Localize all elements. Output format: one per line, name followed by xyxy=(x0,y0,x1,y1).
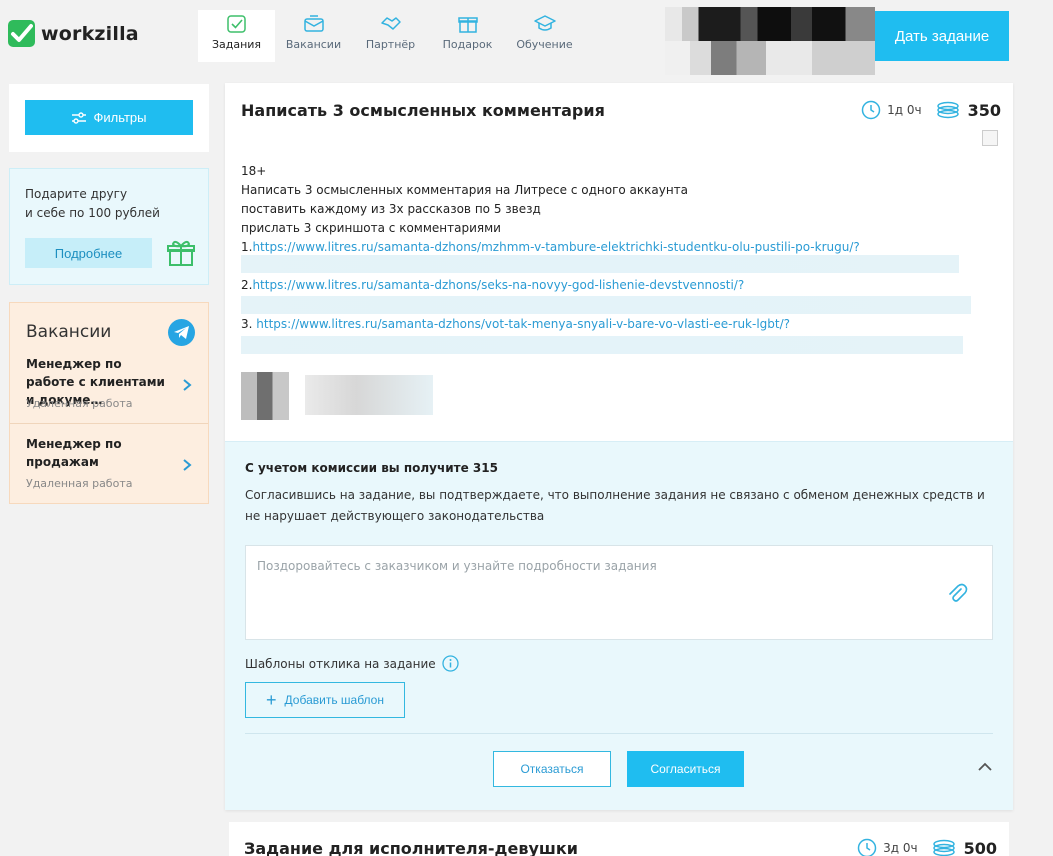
nav-item-label: Партнёр xyxy=(365,38,416,51)
customer-name-redacted[interactable] xyxy=(305,375,433,415)
link-prefix: 2. xyxy=(241,278,253,292)
message-box xyxy=(245,545,993,640)
main-nav: Задания Вакансии Партнёр Подарок Обучени… xyxy=(198,10,583,62)
nav-item-label: Подарок xyxy=(442,38,493,51)
decline-button[interactable]: Отказаться xyxy=(493,751,611,787)
redacted-text xyxy=(241,255,959,273)
filters-label: Фильтры xyxy=(93,110,147,125)
vacancy-item[interactable]: Менеджер по продажам Удаленная работа xyxy=(10,424,208,504)
accept-button[interactable]: Согласиться xyxy=(627,751,744,787)
task-time: 3д 0ч xyxy=(883,841,918,855)
nav-item-gift[interactable]: Подарок xyxy=(429,10,506,62)
nav-item-tasks[interactable]: Задания xyxy=(198,10,275,62)
offer-panel: С учетом комиссии вы получите 315 Соглас… xyxy=(225,441,1013,810)
add-template-label: Добавить шаблон xyxy=(284,693,384,707)
vacancies-card: Вакансии Менеджер по работе с клиентами … xyxy=(9,302,209,504)
clock-icon xyxy=(857,838,877,856)
mail-icon xyxy=(303,15,324,32)
coins-icon xyxy=(936,101,959,119)
task-link-row: 3. https://www.litres.ru/samanta-dzhons/… xyxy=(241,317,790,331)
templates-label-row: Шаблоны отклика на задание xyxy=(245,655,459,672)
commission-text: С учетом комиссии вы получите 315 xyxy=(245,461,498,475)
redacted-text xyxy=(241,296,971,314)
plus-icon: + xyxy=(266,690,277,710)
gift-icon xyxy=(167,240,195,266)
logo-check-icon xyxy=(8,20,35,47)
task-link[interactable]: https://www.litres.ru/samanta-dzhons/vot… xyxy=(256,317,790,331)
coins-icon xyxy=(932,839,955,856)
info-icon[interactable] xyxy=(441,655,459,672)
vacancy-item[interactable]: Менеджер по работе с клиентами и докуме…… xyxy=(10,303,208,423)
promo-line: и себе по 100 рублей xyxy=(25,206,160,220)
message-input[interactable] xyxy=(246,546,992,639)
graduation-cap-icon xyxy=(533,15,556,31)
tasks-icon xyxy=(226,15,246,33)
task-price: 350 xyxy=(967,100,1001,120)
gift-icon xyxy=(457,17,478,33)
templates-label: Шаблоны отклика на задание xyxy=(245,656,436,671)
task-link[interactable]: https://www.litres.ru/samanta-dzhons/mzh… xyxy=(252,240,859,254)
logo-text: workzilla xyxy=(41,22,139,45)
task-card: Задание для исполнителя-девушки 3д 0ч 50… xyxy=(229,822,1009,856)
customer-avatar[interactable] xyxy=(241,372,289,420)
divider xyxy=(245,733,993,734)
filters-button[interactable]: Фильтры xyxy=(25,100,193,135)
task-meta: 1д 0ч 350 xyxy=(861,100,1001,120)
promo-line: Подарите другу xyxy=(25,187,128,201)
task-link-row: 1.https://www.litres.ru/samanta-dzhons/m… xyxy=(241,240,860,254)
redacted-text xyxy=(241,336,963,354)
task-price: 500 xyxy=(963,838,997,856)
description-line: поставить каждому из 3х рассказов по 5 з… xyxy=(241,202,541,216)
chevron-right-icon xyxy=(183,459,192,471)
handshake-icon xyxy=(380,17,401,30)
give-task-button[interactable]: Дать задание xyxy=(875,11,1009,61)
top-header: workzilla Задания Вакансии Партнёр Подар… xyxy=(0,0,1053,75)
task-title[interactable]: Задание для исполнителя-девушки xyxy=(244,839,578,856)
add-template-button[interactable]: + Добавить шаблон xyxy=(245,682,405,718)
description-line: прислать 3 скриншота с комментариями xyxy=(241,221,501,235)
clock-icon xyxy=(861,100,881,120)
favorite-checkbox[interactable] xyxy=(982,130,998,146)
nav-item-learning[interactable]: Обучение xyxy=(506,10,583,62)
nav-item-vacancies[interactable]: Вакансии xyxy=(275,10,352,62)
agreement-text: Согласившись на задание, вы подтверждает… xyxy=(245,488,985,523)
description-line: Написать 3 осмысленных комментария на Ли… xyxy=(241,183,689,197)
referral-promo-card: Подарите другу и себе по 100 рублей Подр… xyxy=(9,168,209,285)
chevron-up-icon[interactable] xyxy=(977,762,993,772)
nav-item-label: Обучение xyxy=(516,38,573,51)
nav-item-label: Задания xyxy=(211,38,262,51)
nav-item-label: Вакансии xyxy=(285,38,342,51)
more-details-button[interactable]: Подробнее xyxy=(25,238,152,268)
task-title[interactable]: Написать 3 осмысленных комментария xyxy=(241,101,605,120)
chevron-right-icon xyxy=(183,379,192,391)
vacancy-subtitle: Удаленная работа xyxy=(26,397,133,410)
workzilla-logo[interactable]: workzilla xyxy=(8,20,139,47)
filters-card: Фильтры xyxy=(9,84,209,152)
task-link[interactable]: https://www.litres.ru/samanta-dzhons/sek… xyxy=(252,278,744,292)
paperclip-icon[interactable] xyxy=(946,583,968,605)
nav-item-partner[interactable]: Партнёр xyxy=(352,10,429,62)
description-line: 18+ xyxy=(241,164,267,178)
task-time: 1д 0ч xyxy=(887,103,922,117)
sliders-icon xyxy=(72,111,87,124)
vacancy-subtitle: Удаленная работа xyxy=(26,477,133,490)
task-description: 18+ Написать 3 осмысленных комментария н… xyxy=(241,162,688,238)
link-prefix: 3. xyxy=(241,317,257,331)
task-card: Написать 3 осмысленных комментария 1д 0ч… xyxy=(225,83,1013,810)
vacancy-title: Менеджер по продажам xyxy=(26,437,122,469)
task-link-row: 2.https://www.litres.ru/samanta-dzhons/s… xyxy=(241,278,744,292)
task-meta: 3д 0ч 500 xyxy=(857,838,997,856)
link-prefix: 1. xyxy=(241,240,253,254)
promo-text: Подарите другу и себе по 100 рублей xyxy=(25,185,205,223)
user-profile-redacted[interactable] xyxy=(665,7,875,75)
